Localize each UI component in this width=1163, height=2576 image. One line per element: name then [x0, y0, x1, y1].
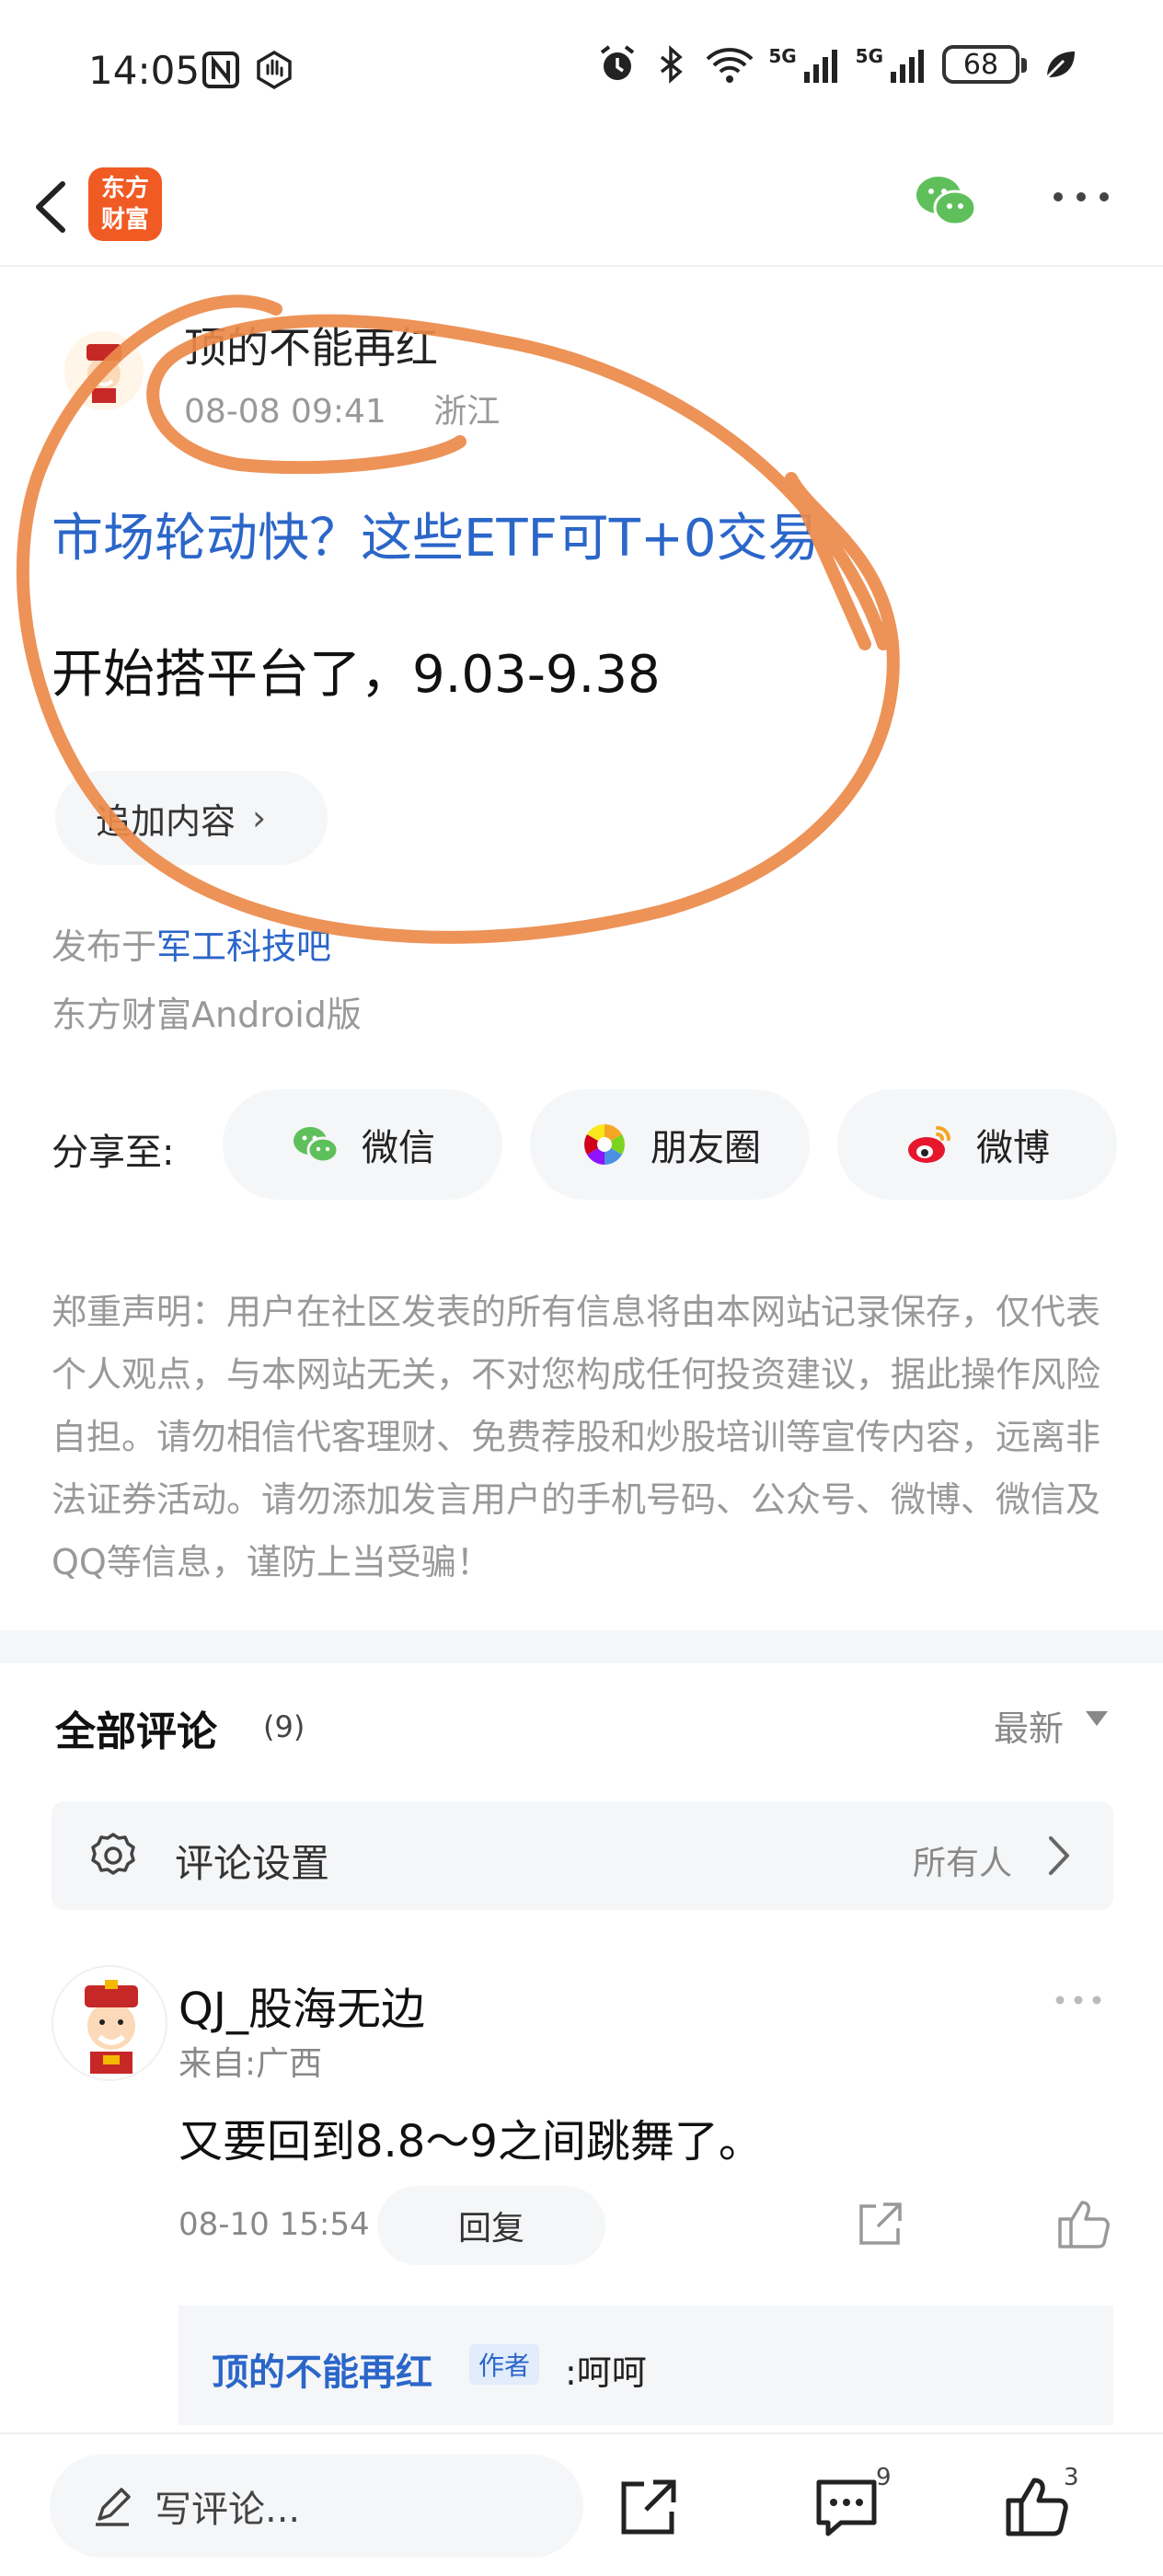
commenter-avatar[interactable]: [52, 1965, 167, 2081]
app-logo[interactable]: 东方 财富: [88, 167, 162, 241]
post-author-row: 顶的不能再红 08-08 09:41 浙江: [55, 304, 1113, 432]
comment-time: 08-10 15:54: [178, 2206, 370, 2243]
status-time: 14:05: [88, 48, 201, 93]
network-label-2: 5G: [855, 45, 883, 67]
wechat-icon[interactable]: [911, 166, 981, 236]
pen-icon: [96, 2488, 131, 2526]
append-content-label: 追加内容: [96, 800, 236, 842]
write-comment-input[interactable]: 写评论...: [50, 2455, 583, 2558]
logo-text-line2: 财富: [100, 206, 149, 234]
thumbs-up-icon[interactable]: [1054, 2195, 1111, 2252]
source-forum-link[interactable]: 军工科技吧: [156, 926, 331, 967]
battery-indicator: 68: [942, 45, 1027, 84]
sub-reply-box[interactable]: 顶的不能再红 作者 :呵呵: [178, 2306, 1113, 2425]
moments-icon: [584, 1124, 625, 1165]
comments-count: (9): [263, 1709, 305, 1744]
wifi-icon: [706, 48, 754, 83]
share-weibo-label: 微博: [976, 1127, 1050, 1169]
signal-icon-2: [891, 50, 924, 83]
sub-reply-text: :呵呵: [565, 2352, 647, 2393]
chevron-right-icon: ›: [252, 798, 267, 838]
sort-dropdown[interactable]: 最新: [994, 1700, 1064, 1751]
hand-gesture-icon: [257, 50, 292, 90]
signal-icon: [803, 50, 837, 83]
alarm-icon: [601, 45, 635, 80]
wechat-icon: [294, 1127, 340, 1164]
post-date: 08-08 09:41: [184, 393, 386, 431]
share-wechat-label: 微信: [362, 1127, 435, 1169]
source-prefix: 发布于: [52, 926, 157, 967]
bottom-action-bar: 写评论... 9 3: [0, 2432, 1163, 2576]
post-source: 发布于军工科技吧: [52, 918, 331, 969]
fortune-god-avatar-icon: [86, 344, 121, 403]
commenter-name[interactable]: QJ_股海无边: [178, 1972, 425, 2037]
post-location: 浙江: [433, 393, 501, 431]
leaf-icon: [1045, 52, 1075, 79]
post-client: 东方财富Android版: [52, 995, 362, 1035]
gear-icon: [91, 1833, 135, 1875]
status-bar: 14:05 5G 5G 68: [0, 0, 1163, 147]
author-name[interactable]: 顶的不能再红: [184, 315, 438, 375]
comment-settings-row[interactable]: 评论设置 所有人: [52, 1801, 1113, 1910]
post-meta: 08-08 09:41 浙江: [184, 385, 536, 432]
chevron-right-icon: [1049, 1836, 1069, 1875]
share-moments-button[interactable]: 朋友圈: [530, 1089, 810, 1200]
author-badge: 作者: [469, 2344, 540, 2385]
post-title-link[interactable]: 市场轮动快？这些ETF可T+0交易: [52, 497, 820, 571]
share-out-icon[interactable]: [616, 2475, 681, 2539]
comments-title: 全部评论: [55, 1708, 217, 1755]
nfc-icon: [202, 52, 239, 88]
back-arrow-icon[interactable]: [26, 166, 81, 248]
comment-more-icon[interactable]: [1053, 1993, 1104, 2007]
comment-settings-label: 评论设置: [175, 1841, 330, 1886]
disclaimer-text: 郑重声明：用户在社区发表的所有信息将由本网站记录保存，仅代表个人观点，与本网站无…: [52, 1292, 1101, 1582]
author-avatar[interactable]: [64, 331, 144, 410]
sub-reply-author[interactable]: 顶的不能再红: [212, 2342, 432, 2396]
share-moments-label: 朋友圈: [651, 1127, 761, 1169]
thumbs-up-icon[interactable]: [1003, 2473, 1069, 2539]
fortune-god-avatar-icon: [85, 1980, 138, 2074]
comment-count-badge: 9: [876, 2464, 892, 2491]
logo-text-line1: 东方: [100, 175, 149, 202]
app-header: 东方 财富: [0, 147, 1163, 267]
status-right-icons: 5G 5G 68: [597, 44, 1080, 85]
bluetooth-icon: [661, 45, 684, 84]
post-body: 开始搭平台了，9.03-9.38: [52, 645, 661, 705]
network-label-1: 5G: [768, 45, 797, 67]
comment-item: QJ_股海无边 来自:广西 又要回到8.8～9之间跳舞了。 08-10 15:5…: [52, 1965, 1113, 2444]
section-divider: [0, 1630, 1163, 1663]
commenter-location: 来自:广西: [178, 2045, 323, 2083]
share-wechat-button[interactable]: 微信: [223, 1089, 502, 1200]
share-weibo-button[interactable]: 微博: [837, 1089, 1117, 1200]
share-out-icon[interactable]: [852, 2197, 907, 2252]
weibo-icon: [908, 1126, 950, 1163]
write-comment-placeholder: 写评论...: [155, 2489, 301, 2531]
caret-down-icon[interactable]: [1084, 1709, 1110, 1728]
comment-bubble-icon[interactable]: [813, 2475, 880, 2541]
share-label: 分享至:: [52, 1132, 175, 1174]
comment-text: 又要回到8.8～9之间跳舞了。: [178, 2116, 763, 2168]
append-content-button[interactable]: 追加内容 ›: [55, 771, 328, 865]
more-options-icon[interactable]: [1049, 186, 1113, 208]
reply-button[interactable]: 回复: [377, 2186, 605, 2265]
status-left-icons: [201, 50, 294, 90]
comment-settings-value: 所有人: [912, 1845, 1012, 1882]
like-count-badge: 3: [1064, 2464, 1079, 2491]
